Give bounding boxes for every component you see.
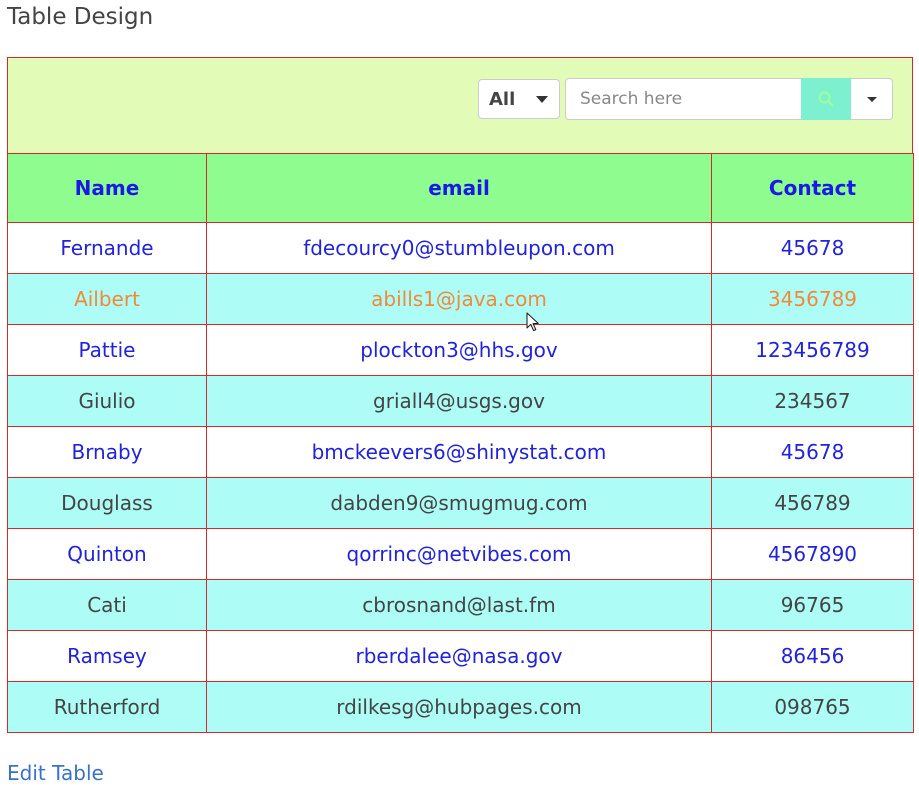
cell-name: Quinton: [7, 528, 207, 580]
cell-email: qorrinc@netvibes.com: [206, 528, 712, 580]
cell-contact: 123456789: [711, 324, 914, 376]
cell-contact: 86456: [711, 630, 914, 682]
cell-name: Ramsey: [7, 630, 207, 682]
table-header-row: Name email Contact: [7, 153, 914, 223]
cell-name: Rutherford: [7, 681, 207, 733]
table-row[interactable]: Giulio griall4@usgs.gov 234567: [7, 375, 914, 427]
chevron-down-icon: [536, 95, 548, 103]
table-row[interactable]: Rutherford rdilkesg@hubpages.com 098765: [7, 681, 914, 733]
cell-name: Brnaby: [7, 426, 207, 478]
filter-select[interactable]: All: [478, 79, 560, 119]
cell-email: abills1@java.com: [206, 273, 712, 325]
table-row[interactable]: Fernande fdecourcy0@stumbleupon.com 4567…: [7, 222, 914, 274]
cell-name: Douglass: [7, 477, 207, 529]
table-row[interactable]: Ramsey rberdalee@nasa.gov 86456: [7, 630, 914, 682]
cell-contact: 456789: [711, 477, 914, 529]
table-row[interactable]: Pattie plockton3@hhs.gov 123456789: [7, 324, 914, 376]
search-input[interactable]: [565, 78, 801, 120]
edit-table-link[interactable]: Edit Table: [7, 761, 104, 785]
cell-name: Fernande: [7, 222, 207, 274]
cell-email: rdilkesg@hubpages.com: [206, 681, 712, 733]
table-row[interactable]: Cati cbrosnand@last.fm 96765: [7, 579, 914, 631]
cell-email: cbrosnand@last.fm: [206, 579, 712, 631]
cell-email: plockton3@hhs.gov: [206, 324, 712, 376]
column-header-email[interactable]: email: [206, 153, 712, 223]
table-row[interactable]: Quinton qorrinc@netvibes.com 4567890: [7, 528, 914, 580]
search-icon: [818, 91, 834, 107]
cell-email: fdecourcy0@stumbleupon.com: [206, 222, 712, 274]
cell-contact: 098765: [711, 681, 914, 733]
table-row[interactable]: Ailbert abills1@java.com 3456789: [7, 273, 914, 325]
cell-contact: 4567890: [711, 528, 914, 580]
data-table-container: All Name email Conta: [7, 57, 914, 733]
cell-email: rberdalee@nasa.gov: [206, 630, 712, 682]
search-group: [565, 78, 893, 120]
column-header-contact[interactable]: Contact: [711, 153, 914, 223]
data-table: Name email Contact Fernande fdecourcy0@s…: [7, 153, 914, 733]
filter-select-value: All: [489, 88, 516, 110]
column-header-name[interactable]: Name: [7, 153, 207, 223]
page-title: Table Design: [7, 4, 154, 30]
cell-contact: 96765: [711, 579, 914, 631]
table-row[interactable]: Brnaby bmckeevers6@shinystat.com 45678: [7, 426, 914, 478]
cell-contact: 45678: [711, 222, 914, 274]
cell-contact: 3456789: [711, 273, 914, 325]
cell-name: Cati: [7, 579, 207, 631]
chevron-down-icon: [866, 96, 877, 102]
cell-email: bmckeevers6@shinystat.com: [206, 426, 712, 478]
table-row[interactable]: Douglass dabden9@smugmug.com 456789: [7, 477, 914, 529]
cell-name: Ailbert: [7, 273, 207, 325]
search-options-dropdown[interactable]: [851, 78, 893, 120]
cell-name: Pattie: [7, 324, 207, 376]
cell-contact: 234567: [711, 375, 914, 427]
cell-email: griall4@usgs.gov: [206, 375, 712, 427]
search-button[interactable]: [801, 78, 851, 120]
cell-email: dabden9@smugmug.com: [206, 477, 712, 529]
cell-name: Giulio: [7, 375, 207, 427]
cell-contact: 45678: [711, 426, 914, 478]
table-toolbar: All: [7, 57, 913, 153]
